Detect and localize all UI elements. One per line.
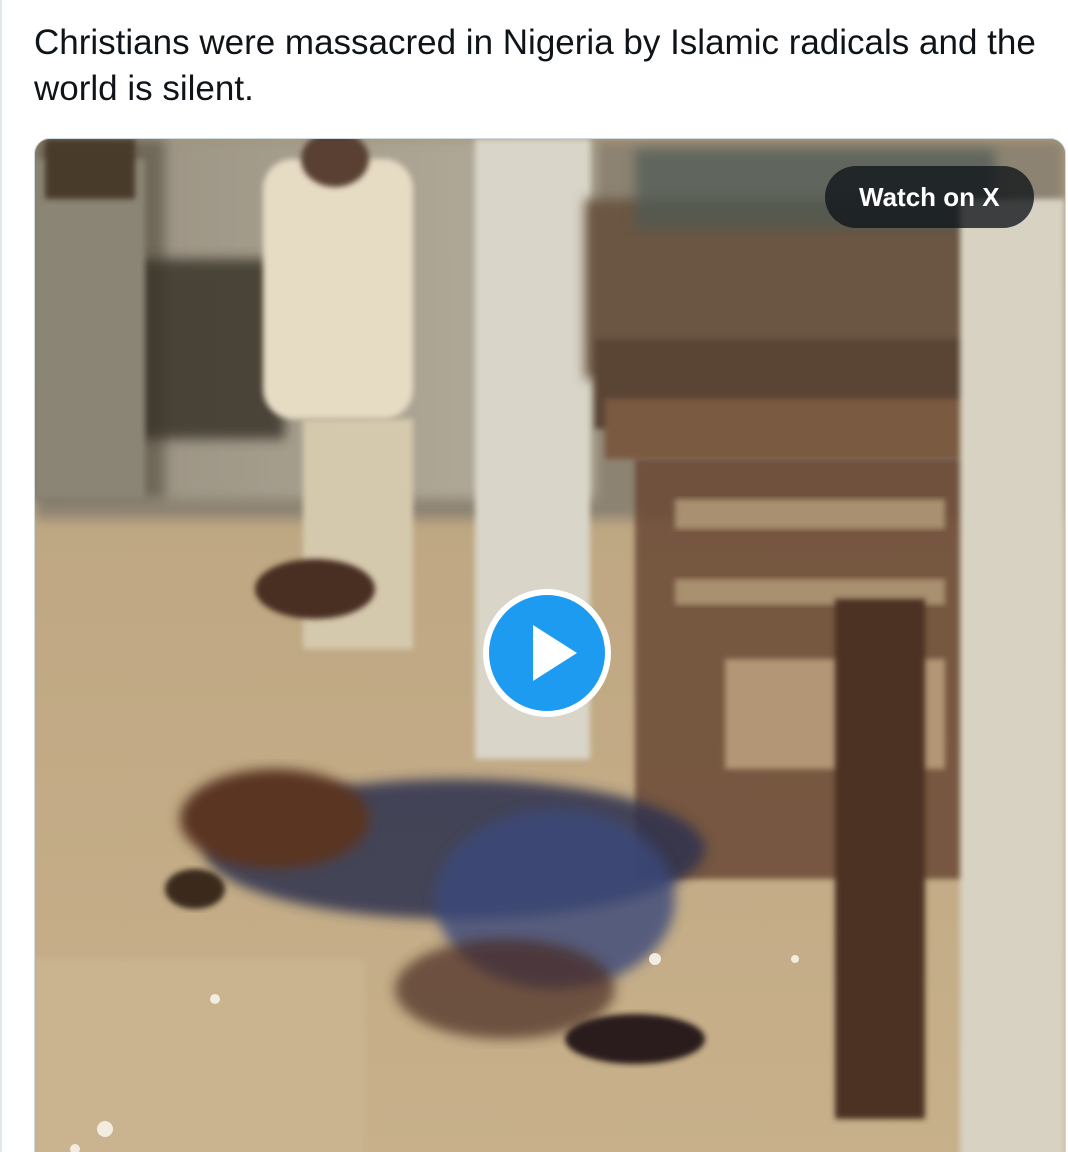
play-circle: [489, 595, 605, 711]
video-player[interactable]: Watch on X: [34, 138, 1066, 1152]
tweet-text: Christians were massacred in Nigeria by …: [34, 23, 1036, 108]
timeline-divider: [0, 0, 2, 1152]
play-icon: [533, 625, 577, 681]
play-button[interactable]: [483, 589, 611, 717]
watch-on-x-button[interactable]: Watch on X: [825, 166, 1034, 228]
